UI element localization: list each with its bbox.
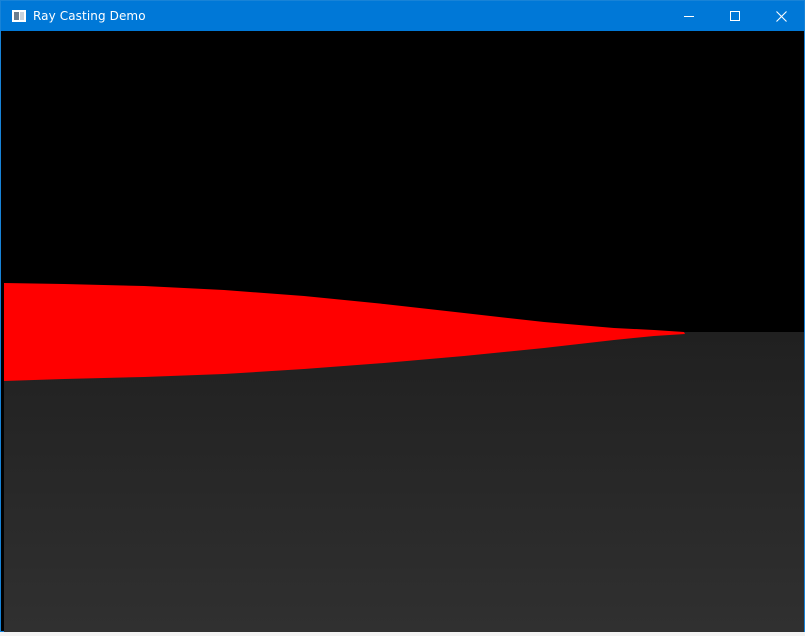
- minimize-icon: [684, 16, 694, 17]
- render-viewport[interactable]: [4, 32, 804, 632]
- maximize-button[interactable]: [712, 1, 758, 31]
- minimize-button[interactable]: [666, 1, 712, 31]
- window-title: Ray Casting Demo: [33, 9, 146, 23]
- raycast-scene: [4, 32, 804, 632]
- close-icon: [775, 10, 787, 22]
- close-button[interactable]: [758, 1, 804, 31]
- window-controls: [666, 1, 804, 31]
- app-icon: [12, 10, 26, 22]
- title-bar[interactable]: Ray Casting Demo: [1, 1, 804, 31]
- app-window: Ray Casting Demo: [0, 0, 805, 632]
- maximize-icon: [730, 11, 740, 21]
- desktop-strip: [0, 632, 805, 636]
